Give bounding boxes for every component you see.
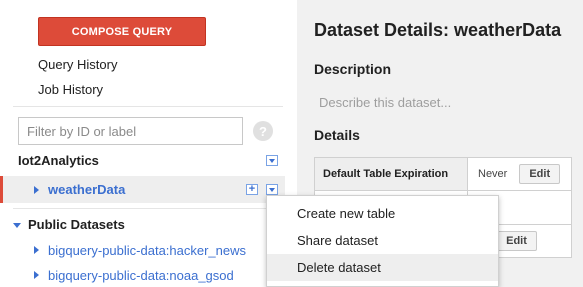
compose-query-button[interactable]: COMPOSE QUERY [38, 17, 206, 46]
add-table-icon[interactable]: + [246, 184, 258, 195]
description-heading: Description [314, 61, 392, 77]
expand-arrow-icon[interactable] [34, 246, 39, 254]
dataset-dropdown-icon[interactable] [266, 184, 278, 195]
table-row: Default Table Expiration Never Edit [314, 157, 572, 191]
details-value: Never Edit [467, 157, 572, 191]
public-datasets-heading[interactable]: Public Datasets [28, 217, 125, 232]
sidebar: COMPOSE QUERY Query History Job History … [0, 0, 297, 287]
edit-button[interactable]: Edit [519, 164, 561, 184]
help-icon[interactable]: ? [253, 121, 273, 141]
query-history-link[interactable]: Query History [38, 57, 117, 72]
menu-item-create-table[interactable]: Create new table [267, 200, 498, 227]
details-key: Default Table Expiration [314, 157, 468, 191]
dataset-row-weatherdata[interactable]: weatherData + [0, 176, 285, 203]
project-name[interactable]: Iot2Analytics [18, 153, 99, 168]
details-heading: Details [314, 127, 360, 143]
menu-item-share-dataset[interactable]: Share dataset [267, 227, 498, 254]
expand-arrow-icon[interactable] [34, 186, 39, 194]
expand-arrow-icon[interactable] [34, 271, 39, 279]
divider [13, 208, 283, 209]
details-value-text: Never [478, 167, 508, 180]
filter-input[interactable] [18, 117, 243, 145]
collapse-arrow-icon[interactable] [13, 223, 21, 228]
dataset-label[interactable]: weatherData [48, 182, 125, 197]
edit-button[interactable]: Edit [496, 231, 537, 251]
dataset-context-menu: Create new table Share dataset Delete da… [266, 195, 499, 287]
description-field[interactable]: Describe this dataset... [319, 95, 451, 110]
public-dataset-item[interactable]: bigquery-public-data:noaa_gsod [48, 268, 234, 283]
job-history-link[interactable]: Job History [38, 82, 103, 97]
page-title: Dataset Details: weatherData [314, 20, 562, 40]
public-dataset-item[interactable]: bigquery-public-data:hacker_news [48, 243, 246, 258]
project-dropdown-icon[interactable] [266, 155, 278, 166]
menu-item-delete-dataset[interactable]: Delete dataset [267, 254, 498, 281]
divider [13, 106, 283, 107]
active-indicator [0, 176, 3, 203]
